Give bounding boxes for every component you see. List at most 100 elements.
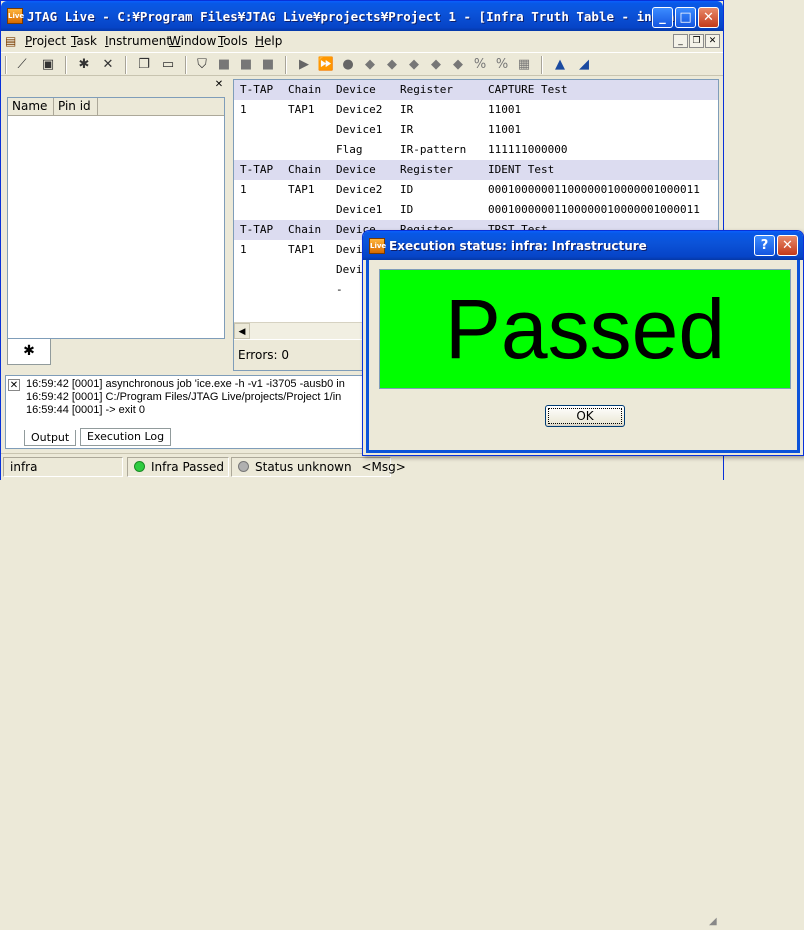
table-header-row[interactable]: T-TAP Chain Device Register CAPTURE Test	[234, 80, 718, 100]
help-button[interactable]: ?	[754, 235, 775, 256]
tab-output[interactable]: Output	[24, 430, 77, 446]
table-row[interactable]: 1 TAP1 Device2 IR 11001	[234, 100, 718, 120]
toolbar: ⟋ ▣ ✱ ✕ ❐ ▭ ⛉ ■ ■ ■ ▶ ⏩ ● ◆ ◆ ◆ ◆ ◆ % % …	[1, 52, 723, 76]
table-header-cell: Register	[400, 83, 453, 96]
dialog-close-button[interactable]: ✕	[777, 235, 798, 256]
table-cell: 1	[240, 243, 247, 256]
chip-icon[interactable]: ▦	[515, 56, 533, 74]
window-title: JTAG Live - C:¥Program Files¥JTAG Live¥p…	[27, 9, 682, 24]
menu-task[interactable]: Task	[71, 34, 97, 48]
ok-button[interactable]: OK	[545, 405, 625, 427]
resize-grip[interactable]: ◢	[709, 916, 723, 930]
log-close-button[interactable]: ✕	[8, 379, 20, 391]
menu-window[interactable]: Window	[169, 34, 216, 48]
tab-execution-log[interactable]: Execution Log	[80, 428, 172, 446]
mdi-close-button[interactable]: ✕	[705, 34, 720, 48]
scroll-left-icon[interactable]: ◀	[234, 323, 250, 339]
edit-folder-icon[interactable]: ◢	[575, 56, 593, 74]
copy-icon[interactable]: ❐	[135, 56, 153, 74]
column-name[interactable]: Name	[8, 98, 54, 116]
menu-project[interactable]: Project	[25, 34, 66, 48]
table-cell: Devi	[336, 243, 363, 256]
dialog-body: Passed OK	[366, 260, 800, 453]
step-icon[interactable]: ◆	[427, 56, 445, 74]
menu-tools-label: ools	[223, 34, 248, 48]
menu-help[interactable]: Help	[255, 34, 282, 48]
pin-table[interactable]: Name Pin id	[7, 97, 225, 339]
toolbar-separator	[185, 56, 187, 74]
table-cell: ID	[400, 203, 414, 216]
table-header-cell: Device	[336, 163, 376, 176]
column-pin-id[interactable]: Pin id	[54, 98, 98, 116]
result-banner: Passed	[379, 269, 791, 389]
settings-icon[interactable]: ✱	[75, 56, 93, 74]
status-unknown-label: Status unknown	[255, 460, 352, 474]
status-job: infra	[3, 457, 123, 477]
dialog-title: Execution status: infra: Infrastructure	[389, 239, 647, 253]
menu-project-accel: P	[25, 34, 33, 48]
minimize-button[interactable]: _	[652, 7, 673, 28]
menu-window-accel: W	[169, 34, 181, 48]
log-line: 16:59:42 [0001] C:/Program Files/JTAG Li…	[26, 391, 342, 403]
block-icon[interactable]: ■	[259, 56, 277, 74]
toolbar-separator	[65, 56, 67, 74]
table-header-cell: T-TAP	[240, 223, 274, 236]
layout-icon[interactable]: ▭	[159, 56, 177, 74]
record-icon[interactable]: ●	[339, 56, 357, 74]
percent-icon[interactable]: %	[493, 56, 511, 74]
table-cell: 11001	[488, 123, 522, 136]
toolbar-separator	[541, 56, 543, 74]
table-header-row[interactable]: T-TAP Chain Device Register IDENT Test	[234, 160, 718, 180]
table-header-cell: Chain	[288, 163, 322, 176]
table-cell: TAP1	[288, 243, 315, 256]
table-cell: IR	[400, 103, 414, 116]
table-row[interactable]: 1 TAP1 Device2 ID 00010000001100000010000001…	[234, 180, 718, 200]
step-icon[interactable]: ◆	[405, 56, 423, 74]
mdi-minimize-button[interactable]: _	[673, 34, 688, 48]
table-header-cell: Chain	[288, 83, 322, 96]
fast-forward-icon[interactable]: ⏩	[317, 56, 335, 74]
status-ok-icon	[134, 461, 145, 472]
table-cell: TAP1	[288, 183, 315, 196]
document-icon[interactable]: ▤	[5, 34, 16, 48]
maximize-button[interactable]: □	[675, 7, 696, 28]
table-header-cell: T-TAP	[240, 163, 274, 176]
delete-icon[interactable]: ✕	[99, 56, 117, 74]
percent-icon[interactable]: %	[471, 56, 489, 74]
table-row[interactable]: Device1 ID 0001000000110000001000000100001…	[234, 200, 718, 220]
mdi-restore-button[interactable]: ❐	[689, 34, 704, 48]
status-infra: Infra Passed	[127, 457, 229, 477]
block-icon[interactable]: ■	[215, 56, 233, 74]
menu-project-label: roject	[32, 34, 67, 48]
pin-panel-close-button[interactable]: ✕	[213, 79, 225, 91]
toolbar-separator	[285, 56, 287, 74]
table-header-cell: Register	[400, 163, 453, 176]
settings-icon: ✱	[23, 343, 35, 359]
table-row[interactable]: Device1 IR 11001	[234, 120, 718, 140]
menu-window-label: indow	[180, 34, 217, 48]
menu-tools[interactable]: Tools	[218, 34, 248, 48]
dialog-titlebar[interactable]: Live Execution status: infra: Infrastruc…	[363, 231, 803, 260]
table-row[interactable]: Flag IR-pattern 111111000000	[234, 140, 718, 160]
horizontal-scrollbar[interactable]: ◀	[234, 322, 364, 339]
step-icon[interactable]: ◆	[383, 56, 401, 74]
close-button[interactable]: ✕	[698, 7, 719, 28]
main-titlebar[interactable]: Live JTAG Live - C:¥Program Files¥JTAG L…	[1, 1, 723, 31]
step-icon[interactable]: ◆	[361, 56, 379, 74]
table-cell: Device2	[336, 103, 383, 116]
funnel-icon[interactable]: ⛉	[193, 56, 211, 74]
table-cell: 1	[240, 103, 247, 116]
table-header-cell: Chain	[288, 223, 322, 236]
status-bar: infra Infra Passed Status unknown <Msg> …	[1, 453, 723, 927]
table-header-cell: T-TAP	[240, 83, 274, 96]
play-icon[interactable]: ▶	[295, 56, 313, 74]
column-filler	[98, 98, 224, 116]
menu-instrument[interactable]: Instrument	[105, 34, 171, 48]
pin-panel-tab[interactable]: ✱	[7, 339, 51, 365]
block-icon[interactable]: ■	[237, 56, 255, 74]
magic-wand-icon[interactable]: ⟋	[13, 56, 31, 74]
open-folder-icon[interactable]: ▲	[551, 56, 569, 74]
table-cell: 00010000001100000010000001000011	[488, 183, 700, 196]
step-icon[interactable]: ◆	[449, 56, 467, 74]
save-icon[interactable]: ▣	[39, 56, 57, 74]
